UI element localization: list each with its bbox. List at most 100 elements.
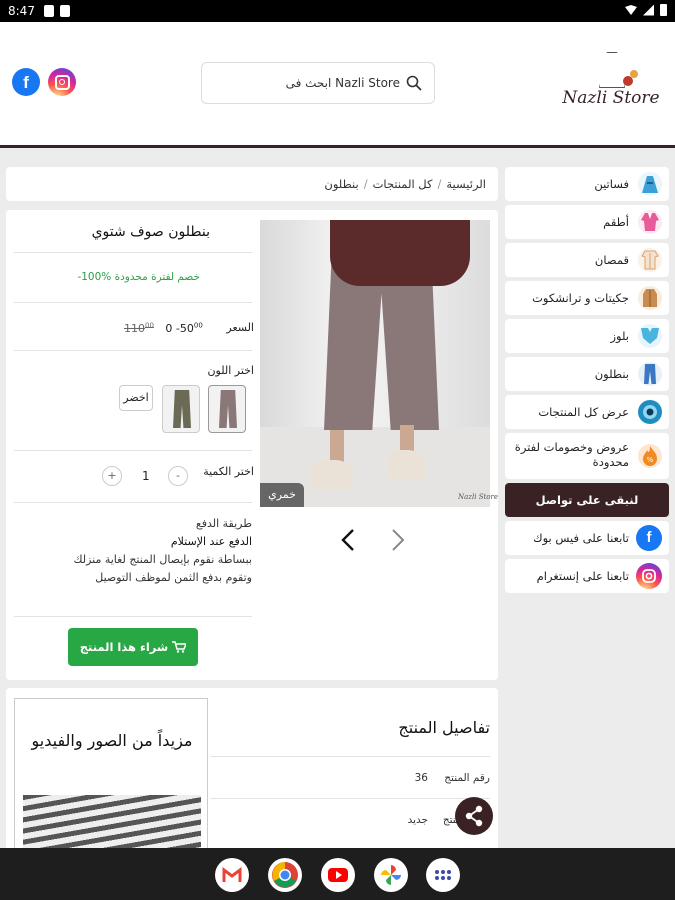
jacket-icon bbox=[638, 286, 662, 310]
status-bar: 8:47 bbox=[0, 0, 675, 22]
divider bbox=[14, 252, 252, 253]
instagram-icon[interactable] bbox=[48, 68, 76, 96]
search-box[interactable]: ابحث فى Nazli Store bbox=[201, 62, 435, 104]
breadcrumb-all-products[interactable]: كل المنتجات bbox=[373, 177, 433, 191]
color-swatch-burgundy[interactable] bbox=[208, 385, 246, 433]
breadcrumb: الرئيسية / كل المنتجات / بنطلون bbox=[6, 167, 498, 201]
chevron-right-icon[interactable] bbox=[390, 528, 406, 552]
cart-icon bbox=[172, 641, 187, 653]
facebook-icon[interactable]: f bbox=[12, 68, 40, 96]
detail-key: رقم المنتج bbox=[444, 772, 490, 784]
sidebar-label: عروض وخصومات لفترة محدودة bbox=[514, 440, 629, 469]
sidebar-label: بلوز bbox=[610, 329, 629, 343]
divider bbox=[210, 798, 490, 799]
image-color-tag: خمري bbox=[260, 483, 304, 507]
product-image[interactable] bbox=[260, 220, 490, 507]
store-logo[interactable]: Nazli Store bbox=[561, 50, 661, 120]
gmail-icon[interactable] bbox=[215, 858, 249, 892]
sidebar-item-shirts[interactable]: قمصان bbox=[505, 243, 669, 277]
sidebar-label: أطقم bbox=[603, 215, 629, 229]
more-media-text: مزيداً من الصور والفيديو bbox=[31, 731, 193, 750]
breadcrumb-separator: / bbox=[437, 177, 442, 191]
facebook-icon: f bbox=[636, 525, 662, 551]
category-sidebar: فساتين أطقم قمصان جكيتات و ترانشكوت بلوز… bbox=[505, 167, 669, 597]
chevron-left-icon[interactable] bbox=[340, 528, 356, 552]
divider bbox=[14, 450, 252, 451]
search-icon[interactable] bbox=[406, 75, 422, 91]
color-swatch-olive[interactable] bbox=[162, 385, 200, 433]
notification-icon bbox=[44, 5, 54, 17]
divider bbox=[14, 302, 252, 303]
quantity-minus-button[interactable]: - bbox=[168, 466, 188, 486]
price: 11000 0 -50 00 bbox=[124, 321, 203, 335]
image-watermark: Nazli Store bbox=[458, 493, 499, 501]
sidebar-item-pants[interactable]: بنطلون bbox=[505, 357, 669, 391]
product-image-shoe bbox=[310, 460, 354, 490]
sidebar-label: تابعنا على فيس بوك bbox=[533, 531, 629, 545]
shirt-icon bbox=[638, 248, 662, 272]
yarn-ball-icon bbox=[623, 76, 633, 86]
site-header: Nazli Store ابحث فى Nazli Store f bbox=[0, 22, 675, 148]
details-title: تفاصيل المنتج bbox=[398, 718, 490, 737]
quantity-plus-button[interactable]: + bbox=[102, 466, 122, 486]
sidebar-item-outfits[interactable]: أطقم bbox=[505, 205, 669, 239]
sidebar-label: قمصان bbox=[594, 253, 629, 267]
eye-icon bbox=[638, 400, 662, 424]
payment-title: طريقة الدفع bbox=[195, 517, 252, 530]
instagram-icon bbox=[636, 563, 662, 589]
price-label: السعر bbox=[226, 321, 254, 334]
payment-info: طريقة الدفع الدفع عند الإستلام ببساطة نق… bbox=[66, 515, 252, 587]
share-button[interactable] bbox=[455, 797, 493, 835]
old-price-value: 110 bbox=[124, 321, 145, 335]
buy-button[interactable]: شراء هذا المنتج bbox=[68, 628, 198, 666]
outfit-icon bbox=[638, 210, 662, 234]
product-title: بنطلون صوف شتوي bbox=[91, 224, 210, 240]
sidebar-label: فساتين bbox=[594, 177, 629, 191]
sidebar-follow-facebook[interactable]: f تابعنا على فيس بوك bbox=[505, 521, 669, 555]
sidebar-item-jackets[interactable]: جكيتات و ترانشكوت bbox=[505, 281, 669, 315]
divider bbox=[14, 350, 252, 351]
share-icon bbox=[465, 805, 483, 827]
photos-icon[interactable] bbox=[374, 858, 408, 892]
sidebar-label: عرض كل المنتجات bbox=[538, 405, 629, 419]
sidebar-label: جكيتات و ترانشكوت bbox=[532, 291, 629, 305]
discount-text: -100% خصم لفترة محدودة bbox=[77, 271, 200, 283]
breadcrumb-current: بنطلون bbox=[324, 177, 359, 191]
sidebar-label: بنطلون bbox=[594, 367, 629, 381]
sidebar-item-all-products[interactable]: عرض كل المنتجات bbox=[505, 395, 669, 429]
sidebar-item-blouses[interactable]: بلوز bbox=[505, 319, 669, 353]
old-price-decimals: 00 bbox=[145, 321, 154, 329]
breadcrumb-home[interactable]: الرئيسية bbox=[446, 177, 486, 191]
app-drawer-icon[interactable] bbox=[426, 858, 460, 892]
payment-description: ببساطة نقوم بإيصال المنتج لغاية منزلك وت… bbox=[73, 553, 252, 584]
product-details-card: تفاصيل المنتج رقم المنتج 36 حالة المنتج … bbox=[6, 688, 498, 868]
logo-text: Nazli Store bbox=[562, 88, 660, 108]
old-price: 11000 bbox=[124, 321, 154, 335]
youtube-icon[interactable] bbox=[321, 858, 355, 892]
divider bbox=[210, 756, 490, 757]
product-image-leg bbox=[330, 430, 344, 464]
dress-logo-icon bbox=[599, 52, 625, 88]
dress-icon bbox=[638, 172, 662, 196]
svg-text:%: % bbox=[647, 456, 654, 464]
app-dock bbox=[0, 848, 675, 900]
payment-method: الدفع عند الإستلام bbox=[170, 535, 252, 548]
contact-header-label: لنبقى على تواصل bbox=[535, 493, 639, 507]
new-price-value: 0 -50 bbox=[165, 321, 194, 335]
chrome-icon[interactable] bbox=[268, 858, 302, 892]
battery-icon bbox=[660, 4, 667, 16]
sidebar-follow-instagram[interactable]: تابعنا على إنستغرام bbox=[505, 559, 669, 593]
swatch-pants bbox=[173, 390, 191, 428]
sidebar-item-dresses[interactable]: فساتين bbox=[505, 167, 669, 201]
color-label: اختر اللون bbox=[207, 364, 254, 377]
sale-fire-icon: % bbox=[638, 444, 662, 468]
sidebar-label: تابعنا على إنستغرام bbox=[536, 569, 629, 583]
sidebar-item-offers[interactable]: % عروض وخصومات لفترة محدودة bbox=[505, 433, 669, 479]
color-option-green[interactable]: اخضر bbox=[119, 385, 153, 411]
quantity-label: اختر الكمية bbox=[203, 465, 254, 478]
pants-icon bbox=[638, 362, 662, 386]
quantity-value[interactable]: 1 bbox=[142, 469, 150, 483]
more-media-box[interactable]: مزيداً من الصور والفيديو bbox=[14, 698, 208, 868]
breadcrumb-separator: / bbox=[363, 177, 368, 191]
swatch-pants bbox=[219, 390, 237, 428]
